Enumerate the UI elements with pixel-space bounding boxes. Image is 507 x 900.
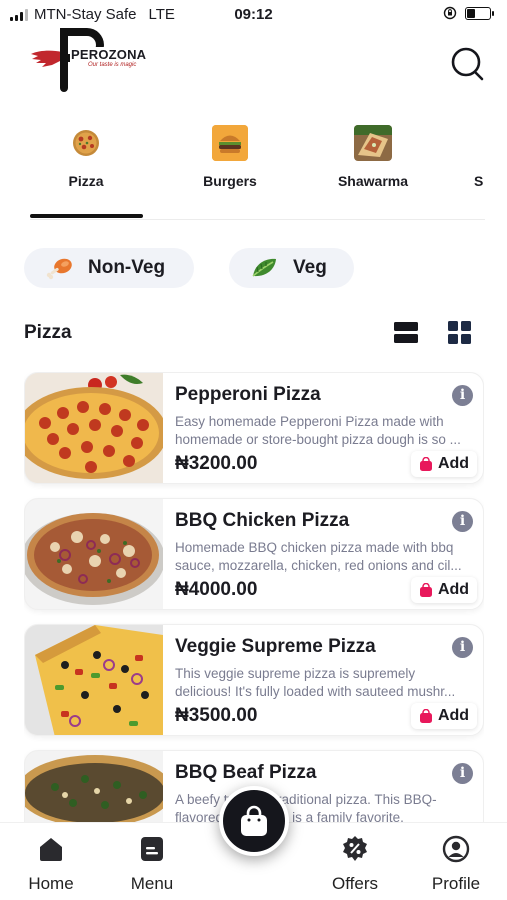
description-line: A beefy twist on traditional pizza. This… — [175, 792, 437, 807]
burger-thumbnail — [212, 125, 248, 161]
pizza-thumbnail — [68, 125, 104, 161]
tab-burgers[interactable]: Burgers — [190, 125, 270, 189]
brand-logo[interactable]: PEROZONA Our taste is magic — [30, 28, 148, 94]
product-name: BBQ Beaf Pizza — [175, 762, 317, 783]
veggie-supreme-pizza-image — [25, 625, 163, 735]
add-label: Add — [437, 707, 470, 724]
product-list[interactable]: Pepperoni Pizza i Easy homemade Pepperon… — [24, 372, 484, 822]
home-icon — [40, 838, 62, 861]
brand-name: PEROZONA — [70, 47, 148, 62]
tab-label: S — [474, 173, 484, 189]
product-description: Homemade BBQ chicken pizza made with bbq… — [175, 539, 483, 575]
category-selected-indicator — [30, 214, 143, 218]
product-card[interactable]: BBQ Chicken Pizza i Homemade BBQ chicken… — [24, 498, 484, 610]
nav-home[interactable]: Home — [11, 835, 91, 894]
tab-label: Shawarma — [337, 173, 409, 189]
grid-view-icon[interactable] — [448, 321, 472, 345]
description-line: This veggie supreme pizza is supremely — [175, 666, 416, 681]
status-time: 09:12 — [234, 6, 273, 23]
nav-offers[interactable]: Offers — [315, 835, 395, 894]
filter-non-veg[interactable]: Non-Veg — [24, 248, 194, 288]
bbq-chicken-pizza-image — [25, 499, 163, 609]
shopping-bag-icon — [241, 805, 267, 836]
battery-icon — [465, 6, 494, 20]
description-line: Easy homemade Pepperoni Pizza made with — [175, 414, 444, 429]
profile-icon — [442, 835, 470, 863]
info-icon[interactable]: i — [452, 511, 473, 532]
info-icon[interactable]: i — [452, 763, 473, 784]
nav-label: Offers — [332, 874, 378, 893]
drumstick-icon — [46, 258, 72, 280]
add-to-cart-button[interactable]: Add — [411, 703, 477, 729]
product-description: This veggie supreme pizza is supremely d… — [175, 665, 483, 701]
product-card[interactable]: Pepperoni Pizza i Easy homemade Pepperon… — [24, 372, 484, 484]
offers-icon — [343, 836, 367, 861]
description-line: sauce, mozzarella, chicken, red onions a… — [175, 558, 462, 573]
product-description: Easy homemade Pepperoni Pizza made with … — [175, 413, 483, 449]
nav-label: Menu — [130, 874, 174, 893]
product-price: ₦3500.00 — [175, 705, 258, 726]
brand-tagline: Our taste is magic — [88, 62, 137, 68]
list-view-icon[interactable] — [394, 321, 418, 345]
pepperoni-pizza-image — [25, 373, 163, 483]
shopping-bag-icon — [419, 709, 432, 723]
shopping-bag-icon — [419, 457, 432, 471]
add-label: Add — [437, 455, 470, 472]
bbq-beaf-pizza-image — [25, 751, 163, 822]
description-line: delicious! It's fully loaded with sautee… — [175, 684, 456, 699]
description-line: homemade or store-bought pizza dough is … — [175, 432, 461, 447]
logo-letter-stem — [60, 28, 68, 92]
add-to-cart-button[interactable]: Add — [411, 451, 477, 477]
description-line: Homemade BBQ chicken pizza made with bbq — [175, 540, 454, 555]
product-price: ₦4000.00 — [175, 579, 258, 600]
battery-level — [467, 8, 476, 18]
filter-label: Non-Veg — [88, 257, 166, 278]
shopping-bag-icon — [419, 583, 432, 597]
filter-label: Veg — [293, 257, 327, 278]
info-icon[interactable]: i — [452, 637, 473, 658]
category-track — [30, 219, 485, 220]
nav-label: Home — [28, 874, 74, 893]
nav-menu[interactable]: Menu — [112, 835, 192, 894]
product-name: BBQ Chicken Pizza — [175, 510, 350, 531]
nav-label: Profile — [431, 874, 481, 893]
category-tabs: Pizza Burgers Shawarma S — [0, 125, 507, 195]
orientation-lock-icon — [443, 6, 457, 20]
add-label: Add — [437, 581, 470, 598]
tab-label: Pizza — [68, 173, 104, 189]
search-icon[interactable] — [450, 46, 486, 82]
nav-profile[interactable]: Profile — [416, 835, 496, 894]
tab-label: Burgers — [203, 173, 257, 189]
shawarma-thumbnail — [354, 125, 392, 161]
menu-icon — [141, 837, 163, 861]
product-card[interactable]: Veggie Supreme Pizza i This veggie supre… — [24, 624, 484, 736]
tab-pizza[interactable]: Pizza — [46, 125, 126, 189]
product-name: Veggie Supreme Pizza — [175, 636, 376, 657]
tab-partial[interactable]: S — [474, 125, 494, 189]
info-icon[interactable]: i — [452, 385, 473, 406]
status-right — [443, 6, 494, 20]
tab-shawarma[interactable]: Shawarma — [333, 125, 413, 189]
wing-icon — [31, 50, 62, 67]
section-title: Pizza — [24, 322, 72, 343]
filter-veg[interactable]: Veg — [229, 248, 354, 288]
leaf-icon — [252, 258, 276, 277]
add-to-cart-button[interactable]: Add — [411, 577, 477, 603]
cart-button[interactable] — [219, 786, 289, 856]
product-price: ₦3200.00 — [175, 453, 258, 474]
product-name: Pepperoni Pizza — [175, 384, 321, 405]
status-bar: MTN-Stay Safe LTE 09:12 — [0, 0, 507, 30]
